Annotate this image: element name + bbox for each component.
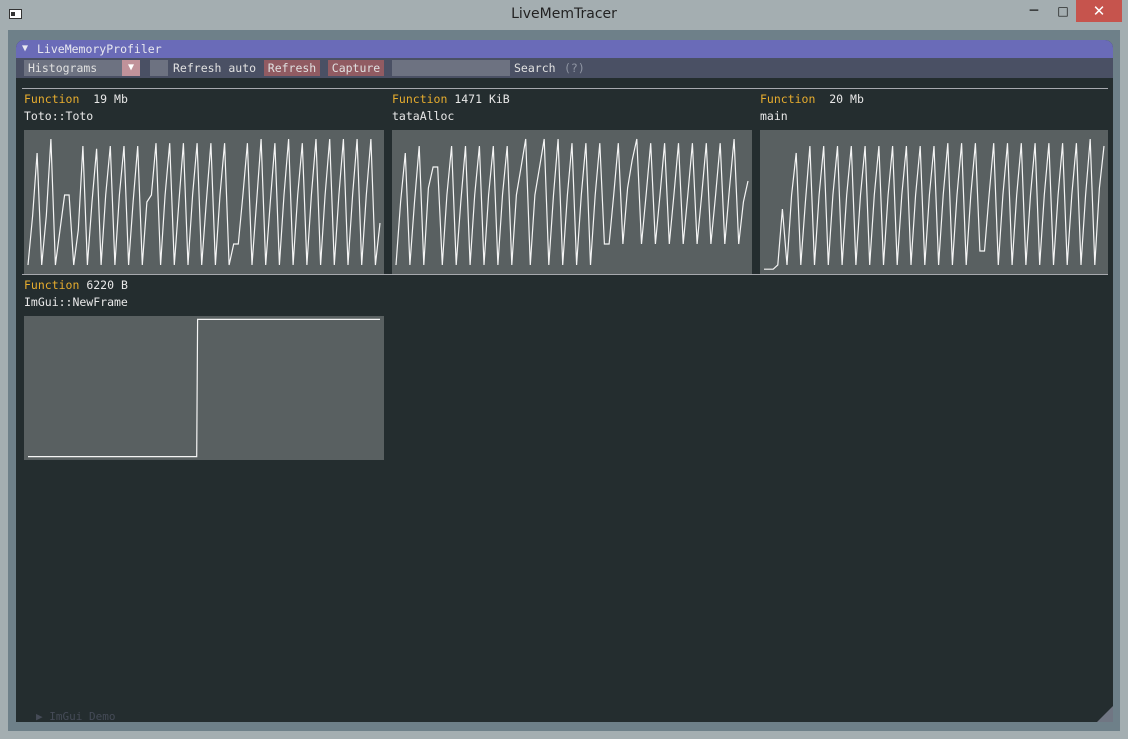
function-label: Function bbox=[392, 92, 448, 106]
window-frame-right bbox=[1120, 30, 1128, 739]
function-size: 19 Mb bbox=[93, 92, 128, 106]
refresh-auto-label: Refresh auto bbox=[173, 61, 257, 75]
function-size: 6220 B bbox=[86, 278, 128, 292]
function-label: Function bbox=[24, 92, 80, 106]
histogram-plot[interactable] bbox=[24, 316, 384, 460]
function-label: Function bbox=[760, 92, 816, 106]
collapsed-demo-window[interactable]: ▶ ImGui Demo bbox=[36, 710, 115, 722]
capture-button[interactable]: Capture bbox=[328, 60, 384, 76]
function-name: Toto::Toto bbox=[24, 109, 94, 123]
client-area: ▼ LiveMemoryProfiler Histograms ▼ Refres… bbox=[8, 30, 1120, 731]
window-titlebar[interactable]: LiveMemTracer ─ □ ✕ bbox=[0, 0, 1128, 30]
expand-arrow-icon[interactable]: ▶ bbox=[36, 710, 43, 722]
maximize-button[interactable]: □ bbox=[1049, 0, 1077, 22]
view-mode-dropdown-icon[interactable]: ▼ bbox=[122, 60, 140, 76]
resize-grip[interactable] bbox=[1097, 706, 1113, 722]
refresh-auto-checkbox[interactable] bbox=[150, 60, 168, 76]
function-name: ImGui::NewFrame bbox=[24, 295, 128, 309]
view-mode-select[interactable]: Histograms bbox=[24, 60, 122, 76]
function-size: 1471 KiB bbox=[454, 92, 510, 106]
window-frame-bottom bbox=[0, 731, 1128, 739]
profiler-title: LiveMemoryProfiler bbox=[37, 42, 162, 56]
function-label: Function bbox=[24, 278, 80, 292]
search-label: Search bbox=[514, 61, 556, 75]
profiler-window: ▼ LiveMemoryProfiler Histograms ▼ Refres… bbox=[16, 40, 1113, 722]
histogram-plot[interactable] bbox=[760, 130, 1108, 274]
search-input[interactable] bbox=[392, 60, 510, 76]
separator bbox=[22, 274, 1108, 275]
plot-background bbox=[24, 316, 384, 460]
collapsed-window-title: ImGui Demo bbox=[49, 710, 116, 722]
histogram-plot[interactable] bbox=[24, 130, 384, 274]
collapse-arrow-icon[interactable]: ▼ bbox=[22, 40, 28, 58]
separator bbox=[22, 88, 1108, 89]
refresh-button[interactable]: Refresh bbox=[264, 60, 320, 76]
profiler-toolbar: Histograms ▼ Refresh auto Refresh Captur… bbox=[16, 58, 1113, 78]
search-help-marker[interactable]: (?) bbox=[564, 60, 585, 76]
function-name: main bbox=[760, 109, 788, 123]
close-button[interactable]: ✕ bbox=[1076, 0, 1122, 22]
histogram-plot[interactable] bbox=[392, 130, 752, 274]
window-frame-left bbox=[0, 30, 8, 739]
minimize-button[interactable]: ─ bbox=[1020, 0, 1048, 22]
function-name: tataAlloc bbox=[392, 109, 455, 123]
window-title: LiveMemTracer bbox=[511, 6, 617, 22]
profiler-titlebar[interactable]: ▼ LiveMemoryProfiler bbox=[16, 40, 1113, 58]
function-size: 20 Mb bbox=[829, 92, 864, 106]
